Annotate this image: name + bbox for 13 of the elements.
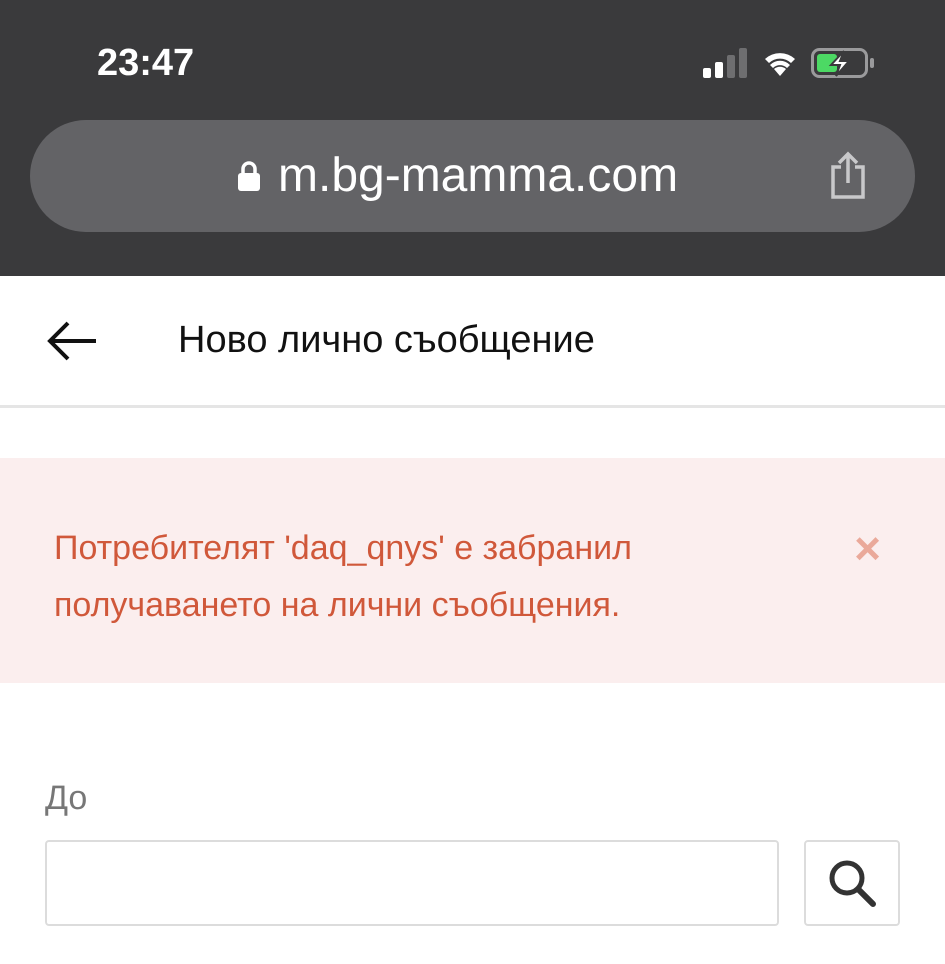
signal-icon	[703, 48, 749, 78]
to-label: До	[45, 778, 88, 819]
search-button[interactable]	[804, 840, 900, 926]
alert-message: Потребителят 'daq_qnys' е забранил получаването на лични съобщения.	[54, 528, 633, 626]
address-bar[interactable]: m.bg-mamma.com	[30, 120, 915, 232]
url-text: m.bg-mamma.com	[278, 148, 678, 204]
lock-icon	[236, 160, 262, 192]
back-arrow-icon[interactable]	[46, 320, 98, 360]
wifi-icon	[763, 50, 797, 76]
battery-charging-icon	[811, 48, 875, 78]
status-time: 23:47	[97, 40, 194, 86]
page-title: Ново лично съобщение	[178, 318, 595, 363]
recipient-input-field[interactable]	[45, 840, 779, 926]
